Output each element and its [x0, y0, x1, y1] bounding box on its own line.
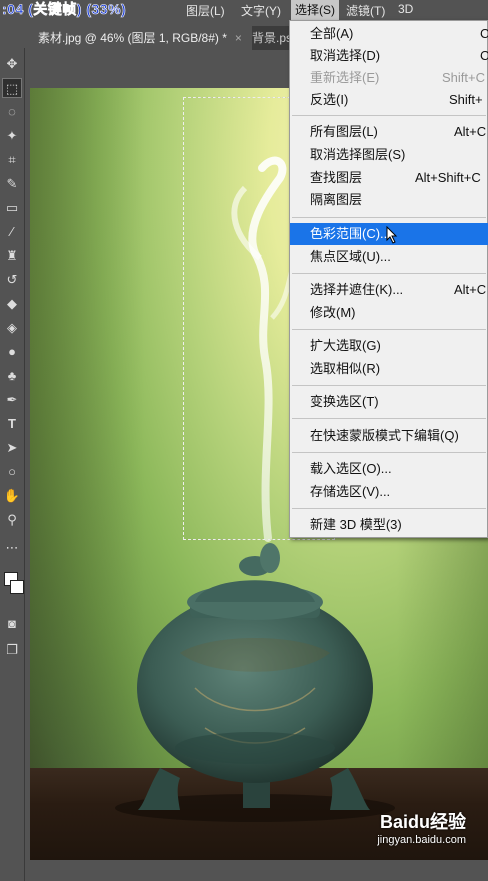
- menu-item-new-3d-model[interactable]: 新建 3D 模型(3): [290, 514, 488, 536]
- menu-separator: [292, 273, 486, 274]
- menu-filter[interactable]: 滤镜(T): [346, 2, 385, 19]
- menu-item-select-and-mask[interactable]: 选择并遮住(K)... Alt+C: [290, 279, 488, 301]
- menu-item-quick-mask-edit[interactable]: 在快速蒙版模式下编辑(Q): [290, 425, 488, 447]
- more-tools-icon[interactable]: ⋯: [2, 538, 22, 558]
- tab-sucai[interactable]: 素材.jpg @ 46% (图层 1, RGB/8#) * ×: [28, 26, 252, 50]
- ellipse-icon[interactable]: ○: [2, 462, 22, 482]
- screen-mode-icon[interactable]: ❐: [2, 640, 22, 660]
- hand-icon[interactable]: ✋: [2, 486, 22, 506]
- menu-item-transform-selection[interactable]: 变换选区(T): [290, 391, 488, 413]
- menu-item-save-selection[interactable]: 存储选区(V)...: [290, 481, 488, 503]
- menu-item-deselect[interactable]: 取消选择(D) C: [290, 45, 488, 67]
- menu-item-inverse[interactable]: 反选(I) Shift+: [290, 89, 488, 111]
- menu-item-reselect: 重新选择(E) Shift+C: [310, 70, 485, 85]
- menu-item-all[interactable]: 全部(A) C: [290, 23, 488, 45]
- menu-bar: :04 (关键帧) (33%) 图层(L) 文字(Y) 选择(S) 滤镜(T) …: [0, 0, 488, 20]
- pen-icon[interactable]: ✒: [2, 390, 22, 410]
- menu-item-focus-area[interactable]: 焦点区域(U)...: [290, 246, 488, 268]
- clone-stamp-icon[interactable]: ♜: [2, 246, 22, 266]
- menu-item-grow[interactable]: 扩大选取(G): [290, 335, 488, 357]
- select-menu-dropdown: 全部(A) C 取消选择(D) C 重新选择(E) Shift+C 反选(I) Shif…: [289, 20, 488, 538]
- watermark-url: jingyan.baidu.com: [377, 834, 466, 846]
- type-icon[interactable]: T: [2, 414, 22, 434]
- marquee-icon[interactable]: ⬚: [2, 78, 22, 98]
- watermark: Baidu经验 jingyan.baidu.com: [377, 808, 466, 846]
- menu-layer[interactable]: 图层(L): [186, 2, 225, 19]
- brush-icon[interactable]: ∕: [2, 222, 22, 242]
- color-swatches-icon[interactable]: [2, 568, 24, 604]
- dodge-icon[interactable]: ♣: [2, 366, 22, 386]
- menu-item-similar[interactable]: 选取相似(R): [290, 358, 488, 380]
- history-brush-icon[interactable]: ↺: [2, 270, 22, 290]
- menu-3d[interactable]: 3D: [398, 2, 413, 16]
- tab-label: 背景.ps: [252, 31, 293, 45]
- menu-separator: [292, 217, 486, 218]
- menu-item-modify[interactable]: 修改(M): [290, 302, 488, 324]
- blur-icon[interactable]: ●: [2, 342, 22, 362]
- paint-bucket-icon[interactable]: ◈: [2, 318, 22, 338]
- menu-separator: [292, 385, 486, 386]
- quick-mask-icon[interactable]: ◙: [2, 614, 22, 634]
- video-overlay-text: :04 (关键帧) (33%): [2, 1, 127, 18]
- menu-item-load-selection[interactable]: 载入选区(O)...: [290, 458, 488, 480]
- menu-separator: [292, 115, 486, 116]
- close-icon[interactable]: ×: [235, 31, 242, 45]
- move-icon[interactable]: ✥: [2, 54, 22, 74]
- mouse-cursor-icon: [386, 226, 398, 244]
- menu-separator: [292, 508, 486, 509]
- menu-item-find-layers[interactable]: 查找图层 Alt+Shift+C: [290, 167, 488, 189]
- tools-panel: ✥ ⬚ ◌ ✦ ⌗ ✎ ▭ ∕ ♜ ↺ ◆ ◈ ● ♣ ✒ T ➤ ○ ✋ ⚲ …: [0, 48, 25, 881]
- eraser-icon[interactable]: ◆: [2, 294, 22, 314]
- magic-wand-icon[interactable]: ✦: [2, 126, 22, 146]
- menu-item-all-layers[interactable]: 所有图层(L) Alt+C: [290, 121, 488, 143]
- menu-separator: [292, 329, 486, 330]
- menu-select[interactable]: 选择(S): [291, 0, 339, 20]
- menu-separator: [292, 452, 486, 453]
- menu-item-color-range[interactable]: 色彩范围(C)...: [290, 223, 488, 245]
- menu-separator: [292, 418, 486, 419]
- menu-item-deselect-layers[interactable]: 取消选择图层(S): [290, 144, 488, 166]
- path-selection-icon[interactable]: ➤: [2, 438, 22, 458]
- zoom-icon[interactable]: ⚲: [2, 510, 22, 530]
- eyedropper-icon[interactable]: ✎: [2, 174, 22, 194]
- menu-type[interactable]: 文字(Y): [241, 2, 281, 19]
- lasso-icon[interactable]: ◌: [2, 102, 22, 122]
- tab-label: 素材.jpg @ 46% (图层 1, RGB/8#) *: [38, 31, 227, 45]
- healing-brush-icon[interactable]: ▭: [2, 198, 22, 218]
- crop-icon[interactable]: ⌗: [2, 150, 22, 170]
- menu-item-isolate-layers[interactable]: 隔离图层: [290, 189, 488, 211]
- watermark-brand: Baidu经验: [379, 812, 466, 832]
